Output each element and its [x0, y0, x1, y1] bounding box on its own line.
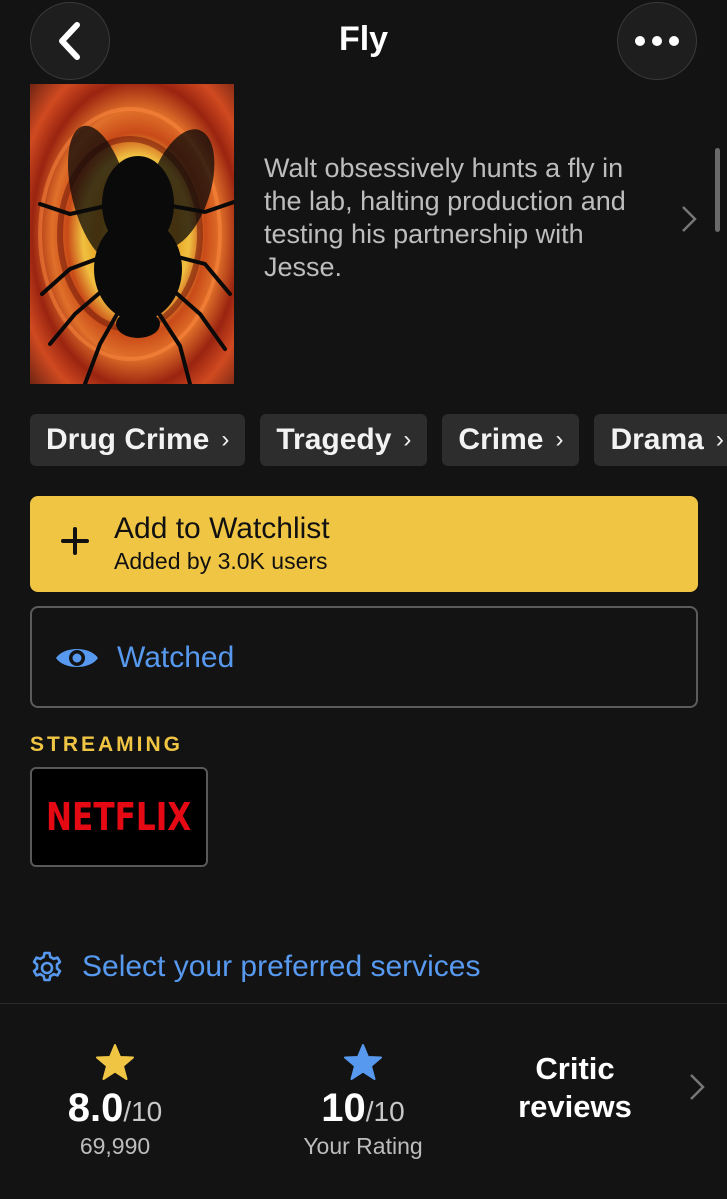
chevron-right-icon: ›	[555, 426, 564, 453]
episode-poster[interactable]	[30, 84, 234, 384]
chevron-right-icon[interactable]	[688, 1072, 706, 1102]
watched-label: Watched	[117, 641, 235, 674]
chevron-right-icon: ›	[715, 426, 724, 453]
user-rating[interactable]: 10/10 Your Rating	[280, 1044, 446, 1160]
genre-label: Tragedy	[276, 423, 392, 456]
critic-reviews[interactable]: Critic reviews	[490, 1050, 660, 1126]
chevron-right-icon: ›	[403, 426, 412, 453]
imdb-rating-scale: /10	[123, 1096, 163, 1127]
genre-label: Drug Crime	[46, 423, 210, 456]
episode-synopsis[interactable]: Walt obsessively hunts a fly in the lab,…	[264, 152, 664, 284]
genre-chip[interactable]: Tragedy ›	[260, 414, 428, 466]
netflix-logo: NETFLIX	[46, 795, 192, 839]
star-icon	[96, 1044, 134, 1080]
genre-chip[interactable]: Drug Crime ›	[30, 414, 246, 466]
critic-reviews-line2: reviews	[518, 1089, 632, 1124]
critic-reviews-line1: Critic	[535, 1051, 615, 1086]
preferred-services-link[interactable]: Select your preferred services	[30, 950, 481, 984]
genre-label: Crime	[458, 423, 544, 456]
streaming-heading: STREAMING	[30, 733, 183, 756]
user-rating-value: 10	[321, 1086, 366, 1130]
fly-poster-image	[30, 84, 234, 384]
top-bar: Fly	[0, 0, 727, 84]
user-rating-label: Your Rating	[303, 1133, 423, 1159]
netflix-provider-button[interactable]: NETFLIX	[30, 767, 208, 867]
imdb-rating-value: 8.0	[67, 1086, 124, 1130]
genre-chips: Drug Crime › Tragedy › Crime › Drama ›	[30, 414, 727, 466]
star-icon	[344, 1044, 382, 1080]
eye-icon	[56, 649, 98, 667]
watchlist-count: Added by 3.0K users	[114, 548, 328, 574]
chevron-right-icon[interactable]	[680, 204, 698, 234]
divider	[0, 1003, 727, 1004]
genre-chip[interactable]: Crime ›	[442, 414, 580, 466]
watchlist-label: Add to Watchlist	[114, 512, 330, 545]
imdb-rating[interactable]: 8.0/10 69,990	[32, 1044, 198, 1160]
chevron-right-icon: ›	[221, 426, 230, 453]
scrollbar[interactable]	[715, 148, 720, 232]
preferred-services-label: Select your preferred services	[82, 950, 481, 983]
gear-icon	[32, 951, 62, 982]
add-to-watchlist-button[interactable]: Add to Watchlist Added by 3.0K users	[30, 496, 698, 592]
imdb-rating-count: 69,990	[79, 1133, 151, 1159]
ellipsis-icon	[635, 36, 679, 46]
user-rating-scale: /10	[365, 1096, 405, 1127]
genre-label: Drama	[610, 423, 704, 456]
plus-icon	[61, 527, 89, 555]
watched-button[interactable]: Watched	[30, 606, 698, 708]
more-options-button[interactable]	[617, 2, 697, 80]
genre-chip[interactable]: Drama ›	[594, 414, 727, 466]
